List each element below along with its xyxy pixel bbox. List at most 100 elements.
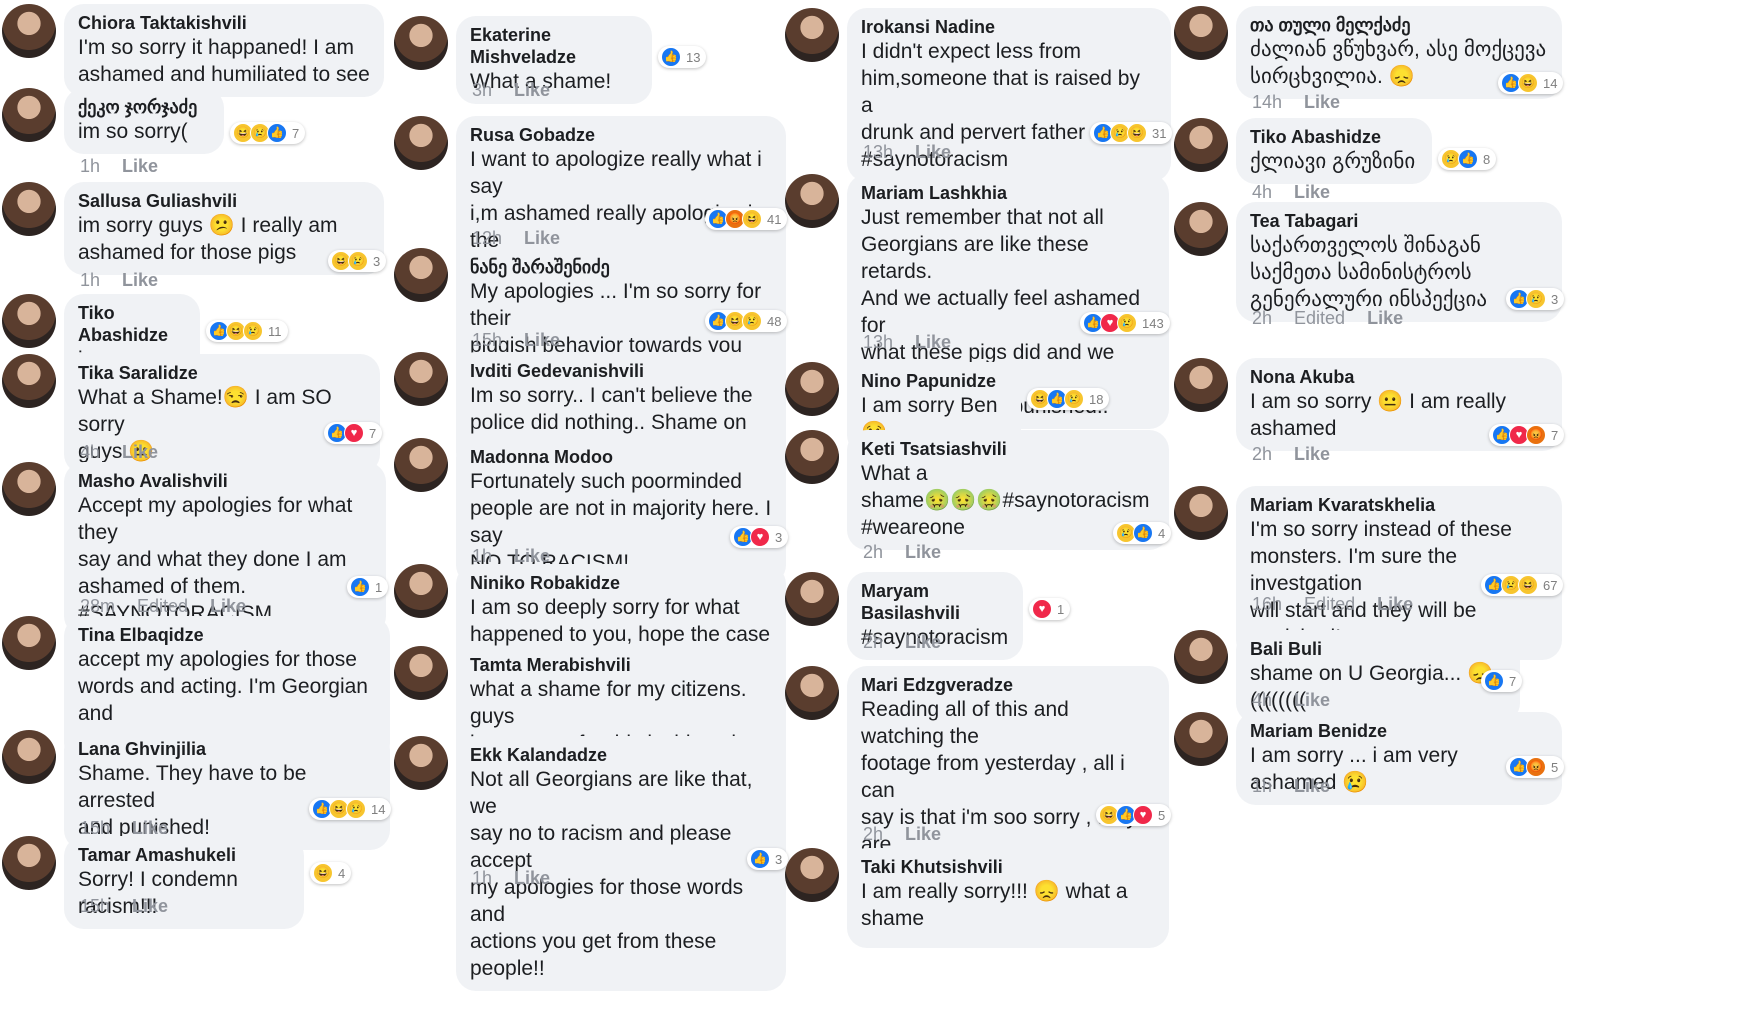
commenter-name[interactable]: Mariam Kvaratskhelia bbox=[1250, 494, 1548, 516]
like-button[interactable]: Like bbox=[905, 542, 941, 562]
like-button[interactable]: Like bbox=[514, 80, 550, 100]
timestamp[interactable]: 15h bbox=[472, 330, 502, 350]
avatar[interactable] bbox=[1174, 358, 1228, 412]
reaction-count[interactable]: 👍 1 bbox=[347, 576, 389, 598]
avatar[interactable] bbox=[394, 736, 448, 790]
reaction-count[interactable]: 👍 😢 3 bbox=[1506, 288, 1565, 310]
commenter-name[interactable]: Mariam Lashkhia bbox=[861, 182, 1155, 204]
avatar[interactable] bbox=[394, 646, 448, 700]
commenter-name[interactable]: Ekk Kalandadze bbox=[470, 744, 772, 766]
like-button[interactable]: Like bbox=[122, 270, 158, 290]
commenter-name[interactable]: Keti Tsatsiashvili bbox=[861, 438, 1155, 460]
avatar[interactable] bbox=[394, 16, 448, 70]
reaction-count[interactable]: 👍 😡 5 bbox=[1506, 756, 1565, 778]
commenter-name[interactable]: Madonna Modoo bbox=[470, 446, 772, 468]
commenter-name[interactable]: Ivditi Gedevanishvili bbox=[470, 360, 772, 382]
timestamp[interactable]: 2h bbox=[1252, 444, 1272, 464]
reaction-count[interactable]: 👍 7 bbox=[1481, 670, 1523, 692]
like-button[interactable]: Like bbox=[1294, 182, 1330, 202]
avatar[interactable] bbox=[1174, 712, 1228, 766]
like-button[interactable]: Like bbox=[132, 818, 168, 838]
avatar[interactable] bbox=[785, 174, 839, 228]
reaction-count[interactable]: 👍 😆 😢 48 bbox=[705, 310, 788, 332]
commenter-name[interactable]: Irokansi Nadine bbox=[861, 16, 1157, 38]
timestamp[interactable]: 1h bbox=[80, 156, 100, 176]
avatar[interactable] bbox=[2, 182, 56, 236]
timestamp[interactable]: 15h bbox=[80, 896, 110, 916]
like-button[interactable]: Like bbox=[1294, 444, 1330, 464]
avatar[interactable] bbox=[2, 616, 56, 670]
commenter-name[interactable]: Tamar Amashukeli bbox=[78, 844, 290, 866]
avatar[interactable] bbox=[785, 362, 839, 416]
avatar[interactable] bbox=[394, 248, 448, 302]
timestamp[interactable]: 1h bbox=[472, 546, 492, 566]
like-button[interactable]: Like bbox=[905, 632, 941, 652]
like-button[interactable]: Like bbox=[514, 868, 550, 888]
commenter-name[interactable]: Bali Buli bbox=[1250, 638, 1506, 660]
reaction-count[interactable]: 👍 😢 😆 67 bbox=[1481, 574, 1564, 596]
avatar[interactable] bbox=[785, 430, 839, 484]
timestamp[interactable]: 12h bbox=[472, 228, 502, 248]
like-button[interactable]: Like bbox=[1294, 690, 1330, 710]
timestamp[interactable]: 4h bbox=[80, 442, 100, 462]
timestamp[interactable]: 1h bbox=[1252, 776, 1272, 796]
commenter-name[interactable]: Mariam Benidze bbox=[1250, 720, 1548, 742]
like-button[interactable]: Like bbox=[1294, 776, 1330, 796]
reaction-count[interactable]: 👍 ♥ 3 bbox=[730, 526, 789, 548]
reaction-count[interactable]: 👍 13 bbox=[658, 46, 707, 68]
commenter-name[interactable]: Tina Elbaqidze bbox=[78, 624, 376, 646]
commenter-name[interactable]: Tiko Abashidze bbox=[1250, 126, 1418, 148]
commenter-name[interactable]: Mari Edzgveradze bbox=[861, 674, 1155, 696]
avatar[interactable] bbox=[785, 8, 839, 62]
avatar[interactable] bbox=[2, 836, 56, 890]
reaction-count[interactable]: 👍 😡 😆 41 bbox=[705, 208, 788, 230]
reaction-count[interactable]: 👍 ♥ 😢 143 bbox=[1080, 312, 1170, 334]
avatar[interactable] bbox=[2, 294, 56, 348]
reaction-count[interactable]: 😆 👍 😢 18 bbox=[1027, 388, 1110, 410]
like-button[interactable]: Like bbox=[132, 896, 168, 916]
timestamp[interactable]: 16h bbox=[1252, 594, 1282, 614]
reaction-count[interactable]: 👍 😆 14 bbox=[1498, 72, 1564, 94]
avatar[interactable] bbox=[1174, 118, 1228, 172]
timestamp[interactable]: 4h bbox=[1252, 690, 1272, 710]
timestamp[interactable]: 13h bbox=[863, 142, 893, 162]
timestamp[interactable]: 1h bbox=[80, 270, 100, 290]
like-button[interactable]: Like bbox=[915, 332, 951, 352]
avatar[interactable] bbox=[394, 438, 448, 492]
avatar[interactable] bbox=[394, 564, 448, 618]
like-button[interactable]: Like bbox=[122, 156, 158, 176]
reaction-count[interactable]: 😢 👍 4 bbox=[1113, 522, 1172, 544]
like-button[interactable]: Like bbox=[1377, 594, 1413, 614]
avatar[interactable] bbox=[394, 116, 448, 170]
avatar[interactable] bbox=[785, 848, 839, 902]
like-button[interactable]: Like bbox=[905, 824, 941, 844]
reaction-count[interactable]: 👍 😆 😢 14 bbox=[309, 798, 392, 820]
edited-label[interactable]: Edited bbox=[1294, 308, 1345, 328]
timestamp[interactable]: 14h bbox=[1252, 92, 1282, 112]
like-button[interactable]: Like bbox=[524, 228, 560, 248]
timestamp[interactable]: 3h bbox=[472, 80, 492, 100]
timestamp[interactable]: 1h bbox=[472, 868, 492, 888]
commenter-name[interactable]: Masho Avalishvili bbox=[78, 470, 372, 492]
like-button[interactable]: Like bbox=[1367, 308, 1403, 328]
timestamp[interactable]: 2h bbox=[1252, 308, 1272, 328]
avatar[interactable] bbox=[785, 666, 839, 720]
commenter-name[interactable]: Nona Akuba bbox=[1250, 366, 1548, 388]
like-button[interactable]: Like bbox=[514, 546, 550, 566]
commenter-name[interactable]: Niniko Robakidze bbox=[470, 572, 772, 594]
timestamp[interactable]: 4h bbox=[1252, 182, 1272, 202]
avatar[interactable] bbox=[2, 4, 56, 58]
like-button[interactable]: Like bbox=[210, 596, 246, 616]
avatar[interactable] bbox=[2, 354, 56, 408]
commenter-name[interactable]: Rusa Gobadze bbox=[470, 124, 772, 146]
avatar[interactable] bbox=[1174, 6, 1228, 60]
commenter-name[interactable]: Tea Tabagari bbox=[1250, 210, 1548, 232]
reaction-count[interactable]: 😢 👍 8 bbox=[1438, 148, 1497, 170]
reaction-count[interactable]: 😆 👍 ♥ 5 bbox=[1096, 804, 1172, 826]
commenter-name[interactable]: Sallusa Guliashvili bbox=[78, 190, 370, 212]
timestamp[interactable]: 13h bbox=[863, 332, 893, 352]
avatar[interactable] bbox=[2, 730, 56, 784]
commenter-name[interactable]: ქეკო ჯორჯაძე bbox=[78, 96, 210, 118]
timestamp[interactable]: 28m bbox=[80, 596, 115, 616]
avatar[interactable] bbox=[1174, 486, 1228, 540]
